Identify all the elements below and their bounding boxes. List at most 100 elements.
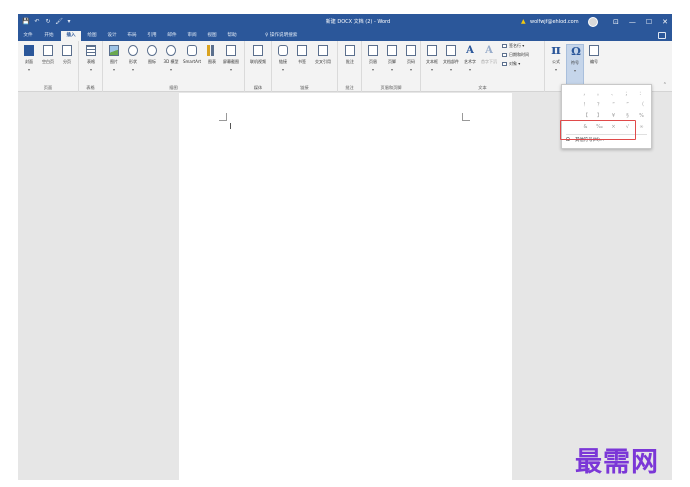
tab-home[interactable]: 开始 <box>40 31 58 41</box>
group-media: 联机视频 媒体 <box>245 41 272 92</box>
tab-help[interactable]: 帮助 <box>224 31 240 41</box>
tab-references[interactable]: 引用 <box>144 31 160 41</box>
symbol-cell[interactable]: ？ <box>593 100 606 110</box>
tab-file[interactable]: 文件 <box>20 31 36 41</box>
minimize-icon[interactable]: — <box>629 17 636 27</box>
dropdown-arrow-icon: ▾ <box>229 67 232 72</box>
page-break-button[interactable]: 分页 <box>58 44 76 78</box>
shapes-icon <box>128 45 138 56</box>
document-page[interactable] <box>179 93 512 480</box>
text-cursor <box>230 123 231 129</box>
ribbon-display-options-icon[interactable]: ⊡ <box>613 17 619 27</box>
tell-me-search[interactable]: ♀ 操作说明搜索 <box>265 31 297 41</box>
customize-quick-access-icon[interactable]: ▾ <box>65 18 73 26</box>
symbol-cell[interactable]: （ <box>635 100 648 110</box>
window-controls: ⊡ — ☐ ✕ <box>613 17 668 27</box>
object-button[interactable]: 对象 ▾ <box>502 61 520 67</box>
cross-reference-icon <box>318 45 328 56</box>
screenshot-label: 屏幕截图 <box>223 59 239 64</box>
number-icon <box>589 45 599 56</box>
maximize-icon[interactable]: ☐ <box>646 17 652 27</box>
bookmark-button[interactable]: 书签 <box>293 44 311 78</box>
dropdown-arrow-icon: ▾ <box>554 67 557 72</box>
group-pages: 封面 ▾ 空白页 分页 页面 <box>18 41 79 92</box>
ribbon-tab-bar: 文件 开始 插入 绘图 设计 布局 引用 邮件 审阅 视图 帮助 ♀ 操作说明搜… <box>18 30 672 41</box>
account-name[interactable]: wolfwjf@ehlod.com <box>530 18 579 26</box>
header-icon <box>368 45 378 56</box>
tab-insert[interactable]: 插入 <box>61 31 81 41</box>
symbol-cell[interactable]: 、 <box>607 89 620 99</box>
tab-draw[interactable]: 绘图 <box>84 31 100 41</box>
drop-cap-icon: A <box>485 45 493 56</box>
screenshot-icon <box>226 45 236 56</box>
dropdown-arrow-icon: ▾ <box>371 67 374 72</box>
chart-icon <box>207 45 217 56</box>
group-links: 链接 ▾ 书签 交叉引用 链接 <box>272 41 338 92</box>
symbol-cell[interactable]: ； <box>621 89 634 99</box>
object-label: 对象 <box>509 61 517 66</box>
icons-icon <box>147 45 157 56</box>
date-time-label: 日期和时间 <box>509 52 529 57</box>
symbol-cell[interactable]: ∞ <box>635 122 648 132</box>
close-icon[interactable]: ✕ <box>662 17 668 27</box>
cross-reference-button[interactable]: 交叉引用 <box>314 44 332 78</box>
avatar[interactable] <box>588 17 598 27</box>
object-icon <box>502 62 507 66</box>
date-time-button[interactable]: 日期和时间 <box>502 52 529 58</box>
signature-line-label: 签名行 <box>509 43 521 48</box>
dropdown-arrow-icon: ▾ <box>281 67 284 72</box>
picture-icon <box>109 45 119 56</box>
dropdown-arrow-icon: ▾ <box>468 67 471 72</box>
number-label: 编号 <box>590 59 598 64</box>
table-button[interactable]: 表格 ▾ <box>82 44 100 78</box>
omega-icon: Ω <box>571 45 581 58</box>
tab-view[interactable]: 视图 <box>204 31 220 41</box>
smartart-button[interactable]: SmartArt <box>183 44 201 78</box>
undo-icon[interactable]: ↶ <box>33 18 41 26</box>
save-icon[interactable]: 💾 <box>22 18 30 26</box>
symbol-cell[interactable]: ” <box>621 100 634 110</box>
document-title: 新建 DOCX 文档 (2) - Word <box>325 19 391 25</box>
screenshot-frame: 💾 ↶ ↻ 🖌 ▾ 新建 DOCX 文档 (2) - Word ▲ wolfwj… <box>0 0 690 487</box>
drop-cap-button[interactable]: A 首字下沉 <box>480 44 498 78</box>
tab-layout[interactable]: 布局 <box>124 31 140 41</box>
tab-design[interactable]: 设计 <box>104 31 120 41</box>
table-icon <box>86 45 96 56</box>
format-painter-icon[interactable]: 🖌 <box>55 18 63 26</box>
pi-icon: π <box>551 43 561 58</box>
footer-icon <box>387 45 397 56</box>
symbol-cell[interactable]: ！ <box>579 100 592 110</box>
group-header-footer: 页眉 ▾ 页脚 ▾ 页码 ▾ 页眉和页脚 <box>362 41 421 92</box>
dropdown-arrow-icon: ▾ <box>131 67 134 72</box>
symbol-cell[interactable]: ， <box>579 89 592 99</box>
dropdown-arrow-icon: ▾ <box>430 67 433 72</box>
page-break-icon <box>62 45 72 56</box>
symbol-cell[interactable]: % <box>635 111 648 121</box>
page-number-button[interactable]: 页码 ▾ <box>402 44 420 78</box>
symbol-cell[interactable]: 。 <box>593 89 606 99</box>
number-button[interactable]: 编号 <box>585 44 603 78</box>
comments-icon[interactable] <box>658 32 666 39</box>
redo-icon[interactable]: ↻ <box>44 18 52 26</box>
comment-button[interactable]: 批注 <box>341 44 359 78</box>
symbol-button[interactable]: Ω 符号 ▾ <box>566 44 584 85</box>
screenshot-button[interactable]: 屏幕截图 ▾ <box>222 44 240 78</box>
comment-label: 批注 <box>346 59 354 64</box>
warning-icon[interactable]: ▲ <box>521 18 528 25</box>
3d-models-button[interactable]: 3D 模型 ▾ <box>162 44 180 78</box>
signature-line-button[interactable]: 签名行 ▾ <box>502 43 524 49</box>
dropdown-arrow-icon: ▾ <box>449 67 452 72</box>
tab-review[interactable]: 审阅 <box>184 31 200 41</box>
collapse-ribbon-icon[interactable]: ⌃ <box>663 82 667 88</box>
dropdown-arrow-icon: ▾ <box>112 67 115 72</box>
symbol-cell[interactable]: “ <box>607 100 620 110</box>
online-video-button[interactable]: 联机视频 <box>249 44 267 78</box>
cross-reference-label: 交叉引用 <box>315 59 331 64</box>
tab-mailings[interactable]: 邮件 <box>164 31 180 41</box>
tell-me-label: 操作说明搜索 <box>269 33 298 38</box>
margin-corner-top-left <box>219 113 227 121</box>
equation-button[interactable]: π 公式 ▾ <box>547 44 565 78</box>
page-break-label: 分页 <box>63 59 71 64</box>
symbol-cell[interactable]: ： <box>635 89 648 99</box>
quick-parts-icon <box>446 45 456 56</box>
